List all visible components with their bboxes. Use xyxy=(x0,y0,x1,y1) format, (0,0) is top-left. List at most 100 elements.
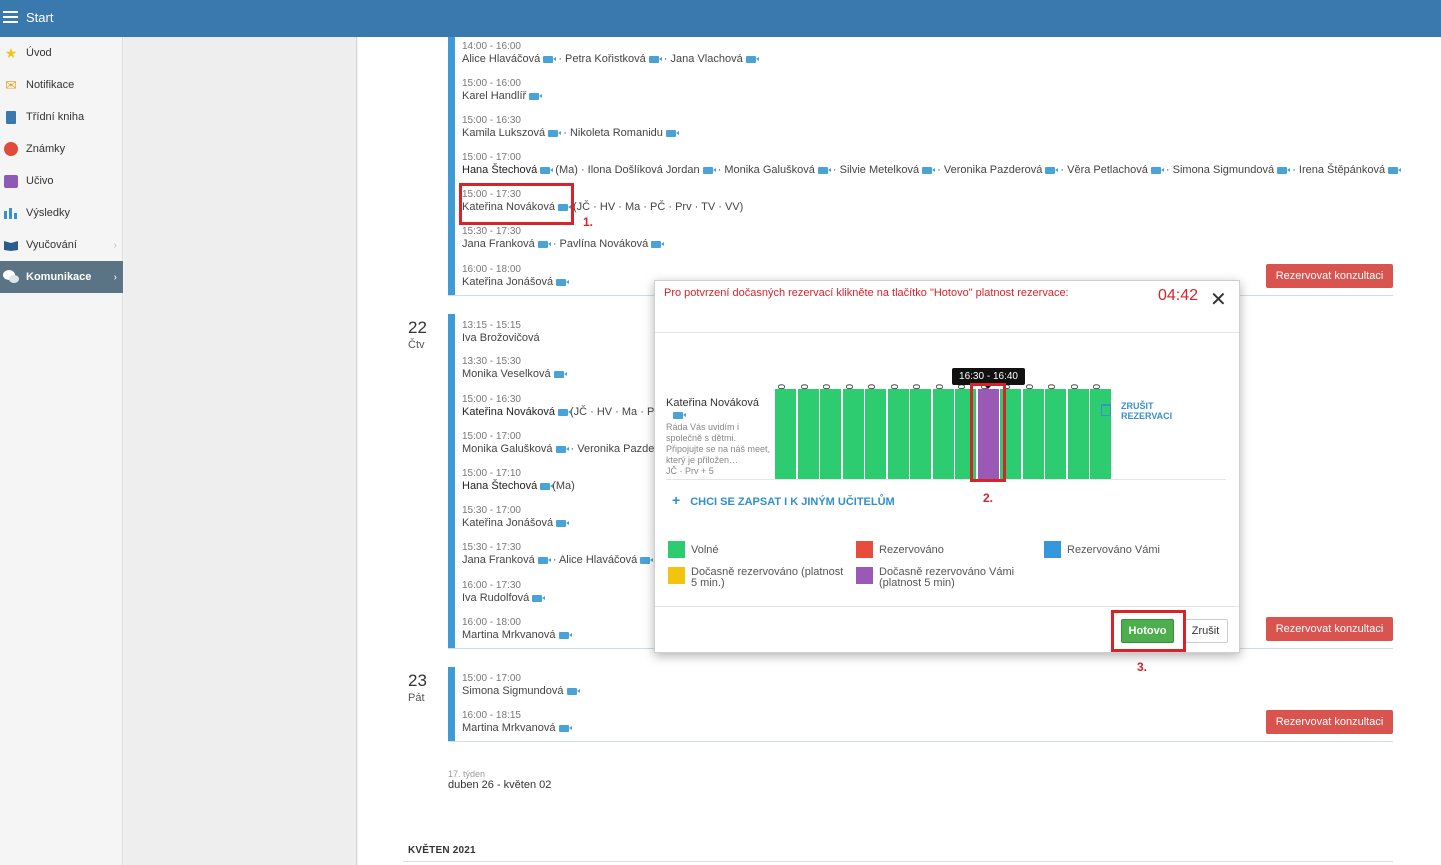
teacher-name[interactable]: Věra Petlachová xyxy=(1067,164,1148,176)
teacher-name[interactable]: Monika Galušková xyxy=(462,443,553,455)
teacher-name[interactable]: (Ma) · Ilona Došlíková Jordan xyxy=(555,164,699,176)
teacher-name[interactable]: Kamila Lukszová xyxy=(462,127,545,139)
time-slot[interactable] xyxy=(797,389,819,479)
time-slot[interactable] xyxy=(1067,389,1089,479)
teacher-name[interactable]: Alice Hlaváčová xyxy=(559,554,637,566)
teacher-name[interactable]: Veronika Pazder xyxy=(577,443,658,455)
top-bar: Start xyxy=(0,0,1441,37)
chevron-right-icon: › xyxy=(113,271,117,283)
sidebar-item-komunikace[interactable]: Komunikace › xyxy=(0,261,123,293)
time-slot[interactable] xyxy=(910,389,931,479)
sidebar-item-tridni-kniha[interactable]: Třídní kniha xyxy=(0,101,123,133)
day-number: 23 xyxy=(408,671,427,690)
confirmation-message: Pro potvrzení dočasných rezervací klikně… xyxy=(664,287,1069,299)
slot-names: Monika Veselková xyxy=(462,368,567,381)
teacher-name[interactable]: Kateřina Jonášová xyxy=(462,276,553,288)
video-camera-icon xyxy=(558,724,572,732)
legend-swatch xyxy=(856,541,873,558)
legend-swatch xyxy=(856,567,873,584)
teacher-name[interactable]: Jana Vlachová xyxy=(671,53,743,65)
sidebar-item-vysledky[interactable]: Výsledky xyxy=(0,197,123,229)
teacher-name[interactable]: Jana Franková xyxy=(462,554,535,566)
teacher-name[interactable]: Iva Rudolfová xyxy=(462,592,529,604)
add-other-teachers-link[interactable]: + CHCI SE ZAPSAT I K JINÝM UČITELŮM xyxy=(672,492,895,508)
day-bar xyxy=(448,667,455,741)
teacher-name[interactable]: Hana Štechová xyxy=(462,480,537,492)
envelope-icon: ✉ xyxy=(5,76,17,93)
cancel-button[interactable]: Zrušit xyxy=(1183,619,1228,643)
time-slot[interactable] xyxy=(1045,389,1066,479)
annotation-box-3 xyxy=(1111,610,1186,652)
slot-names: Iva Brožovičová xyxy=(462,332,540,345)
slot-names: Kateřina Nováková (JČ · HV · Ma · P xyxy=(462,406,654,419)
video-camera-icon xyxy=(651,240,665,248)
teacher-name[interactable]: Pavlína Nováková xyxy=(560,238,649,250)
book-consultation-button[interactable]: Rezervovat konzultaci xyxy=(1266,264,1393,288)
teacher-name[interactable]: Veronika Pazderová xyxy=(944,164,1042,176)
sidebar-item-label: Známky xyxy=(26,143,66,155)
teacher-name[interactable]: Martina Mrkvanová xyxy=(462,722,556,734)
teacher-name[interactable]: Monika Galušková xyxy=(724,164,815,176)
close-icon[interactable]: ✕ xyxy=(1210,290,1227,310)
teacher-name[interactable]: Hana Štechová xyxy=(462,164,537,176)
annotation-box-1 xyxy=(459,183,574,225)
sidebar-item-label: Úvod xyxy=(26,47,52,59)
time-slot[interactable] xyxy=(820,389,841,479)
teacher-name[interactable]: Irena Štěpánková xyxy=(1299,164,1385,176)
slot: 13:15 - 15:15 Iva Brožovičová xyxy=(462,320,540,345)
time-slot[interactable] xyxy=(842,389,864,479)
slot-names: Karel Handlíř xyxy=(462,90,543,103)
dialog-header: Pro potvrzení dočasných rezervací klikně… xyxy=(655,281,1239,333)
slot-names: Kamila Lukszová · Nikoleta Romanidu xyxy=(462,127,679,140)
video-camera-icon xyxy=(665,129,679,137)
teacher-name[interactable]: Monika Veselková xyxy=(462,368,551,380)
time-slot[interactable] xyxy=(1022,389,1044,479)
sidebar-item-notifikace[interactable]: ✉ Notifikace xyxy=(0,69,123,101)
chart-icon xyxy=(2,204,20,222)
teacher-name[interactable]: Alice Hlaváčová xyxy=(462,53,540,65)
teacher-subjects: (Ma) xyxy=(552,480,575,492)
app-title[interactable]: Start xyxy=(26,10,53,25)
slot: 15:00 - 16:00 Karel Handlíř xyxy=(462,78,543,103)
teacher-name[interactable]: Kateřina Nováková xyxy=(462,406,555,418)
sidebar-item-label: Učivo xyxy=(26,175,54,187)
sidebar-item-uvod[interactable]: ★ Úvod xyxy=(0,37,123,69)
teacher-subjects: (JČ · HV · Ma · P xyxy=(569,406,655,418)
hamburger-menu-icon[interactable] xyxy=(3,11,18,23)
teacher-name[interactable]: Simona Sigmundová xyxy=(1173,164,1275,176)
video-camera-icon xyxy=(537,240,551,248)
teacher-name[interactable]: Petra Kořistková xyxy=(565,53,646,65)
book-consultation-button[interactable]: Rezervovat konzultaci xyxy=(1266,710,1393,734)
slot: 15:00 - 16:30 Kamila Lukszová · Nikoleta… xyxy=(462,115,679,140)
slot-time: 15:00 - 17:10 xyxy=(462,468,521,479)
sidebar-item-ucivo[interactable]: Učivo xyxy=(0,165,123,197)
slot-time: 15:00 - 16:00 xyxy=(462,78,521,89)
video-camera-icon xyxy=(1150,166,1164,174)
annotation-label-2: 2. xyxy=(983,491,994,505)
time-slot[interactable] xyxy=(775,389,796,479)
teacher-name[interactable]: Karel Handlíř xyxy=(462,90,526,102)
slot-names: Martina Mrkvanová xyxy=(462,629,572,642)
teacher-name[interactable]: Nikoleta Romanidu xyxy=(570,127,663,139)
teacher-name[interactable]: Iva Brožovičová xyxy=(462,332,540,344)
legend-swatch xyxy=(1044,541,1061,558)
teacher-name[interactable]: Kateřina Jonášová xyxy=(462,517,553,529)
slot: 15:00 - 17:00 Simona Sigmundová xyxy=(462,673,580,698)
annotation-box-2 xyxy=(970,383,1006,482)
teacher-name[interactable]: Martina Mrkvanová xyxy=(462,629,556,641)
slot: 15:30 - 17:30 Jana Franková · Alice Hlav… xyxy=(462,542,654,567)
time-slot[interactable] xyxy=(1090,389,1111,479)
time-slot[interactable] xyxy=(932,389,954,479)
annotation-label-1: 1. xyxy=(583,215,594,229)
time-slot[interactable] xyxy=(887,389,909,479)
teacher-name[interactable]: Silvie Metelková xyxy=(840,164,919,176)
teacher-name[interactable]: Simona Sigmundová xyxy=(462,685,564,697)
book-consultation-button[interactable]: Rezervovat konzultaci xyxy=(1266,617,1393,641)
teacher-name[interactable]: Jana Franková xyxy=(462,238,535,250)
cancel-reservation-button[interactable]: ZRUŠIT REZERVACI xyxy=(1101,401,1172,421)
time-slot[interactable] xyxy=(865,389,886,479)
reservation-timer: 04:42 xyxy=(1158,287,1199,304)
sidebar-item-vyucovani[interactable]: Vyučování › xyxy=(0,229,123,261)
sidebar-item-znamky[interactable]: Známky xyxy=(0,133,123,165)
legend-label: Rezervováno xyxy=(879,544,944,556)
